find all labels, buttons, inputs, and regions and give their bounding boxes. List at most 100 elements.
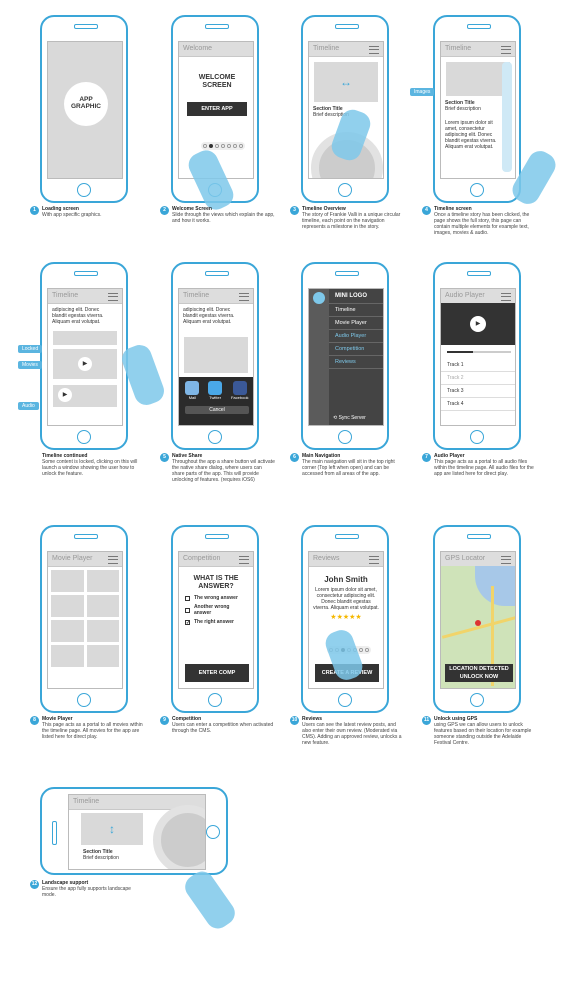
enter-app-button[interactable]: ENTER APP [187,102,247,116]
caption-desc: This page acts as a portal to all audio … [434,459,534,477]
caption-desc: Throughout the app a share button wil ac… [172,459,275,483]
section-desc: Brief description [445,106,481,112]
timeline-continued-screen: Timeline adipiscing elit. Donec blandit … [47,288,123,426]
hand-gesture [180,866,240,934]
menu-icon[interactable] [369,556,379,564]
track-item[interactable]: Track 3 [441,385,515,398]
caption-2: 2 Welcome Screen Slide through the views… [160,206,275,224]
unlock-banner[interactable]: LOCATION DETECTED UNLOCK NOW [445,664,513,682]
movie-thumb[interactable] [86,645,119,667]
movie-thumb[interactable] [86,595,119,617]
movie-thumb[interactable] [51,645,84,667]
caption-10: 10 Reviews Users can see the latest revi… [290,716,405,746]
bar-title: Reviews [313,555,340,562]
home-button [208,693,222,707]
twitter-share-icon[interactable]: Twitter [208,381,223,400]
bar-title: Audio Player [445,292,485,299]
step-number: 8 [30,716,39,725]
movie-thumb[interactable] [86,570,119,592]
play-icon[interactable]: ▶ [78,357,92,371]
menu-icon[interactable] [501,556,511,564]
checkbox[interactable] [185,595,190,601]
answer-option[interactable]: ✓ The right answer [185,619,247,625]
share-label: Twitter [209,395,222,400]
cancel-button[interactable]: Cancel [185,406,249,414]
home-button [338,183,352,197]
speaker [52,821,57,845]
map-pin-icon [475,620,481,626]
track-item[interactable]: Track 2 [441,372,515,385]
body-text: adipiscing elit. Donec blandit egestas v… [183,307,235,325]
audio-play-icon[interactable]: ▶ [58,388,72,402]
home-button [470,183,484,197]
native-share-screen: Timeline adipiscing elit. Donec blandit … [178,288,254,426]
image-placeholder: ↕ [81,813,143,845]
phone-competition: Competition WHAT IS THE ANSWER? The wron… [171,525,259,713]
step-number: 1 [30,206,39,215]
caption-1: 1 Loading screen With app specific graph… [30,206,145,218]
caption-5: 5 Native Share Throughout the app a shar… [160,453,275,483]
movie-thumb[interactable] [51,570,84,592]
menu-icon[interactable] [313,292,325,304]
menu-icon[interactable] [369,46,379,54]
phone-main-navigation: MINI LOGO Timeline Movie Player Audio Pl… [301,262,389,450]
caption-5a: Timeline continued Some content is locke… [30,453,145,477]
review-body: Lorem ipsum dolor sit amet, consectetur … [313,587,379,611]
movie-thumb[interactable] [86,620,119,642]
caption-4: 4 Timeline screen Once a timeline story … [422,206,537,236]
phone-timeline-continued: Timeline adipiscing elit. Donec blandit … [40,262,128,450]
step-number: 10 [290,716,299,725]
menu-icon[interactable] [239,556,249,564]
caption-6: 6 Main Navigation The main navigation wi… [290,453,405,477]
caption-3: 3 Timeline Overview The story of Frankie… [290,206,405,230]
main-navigation-screen: MINI LOGO Timeline Movie Player Audio Pl… [308,288,384,426]
top-bar: Welcome [179,42,253,57]
caption-desc: Users can enter a competition when activ… [172,722,274,734]
home-button [338,430,352,444]
menu-icon[interactable] [501,293,511,301]
movie-item[interactable] [184,337,248,373]
top-bar: Movie Player [48,552,122,567]
step-number: 5 [160,453,169,462]
locked-item[interactable] [53,331,117,345]
circular-timeline[interactable] [153,805,205,869]
movie-thumb[interactable] [51,620,84,642]
menu-icon[interactable] [108,293,118,301]
movie-thumb[interactable] [51,595,84,617]
phone-movie-player: Movie Player [40,525,128,713]
caption-desc: Users can see the latest review posts, a… [302,722,402,746]
scroll-indicator[interactable] [502,62,512,172]
sync-server-button[interactable]: ⟲ Sync Server [333,415,366,421]
enter-comp-button[interactable]: ENTER COMP [185,664,249,682]
answer-option[interactable]: Another wrong answer [185,604,247,616]
facebook-share-icon[interactable]: Facebook [231,381,249,400]
track-item[interactable]: Track 1 [441,359,515,372]
track-item[interactable]: Track 4 [441,398,515,411]
page-dots[interactable] [201,142,245,150]
progress-bar[interactable] [447,351,511,353]
play-icon[interactable]: ▶ [470,316,486,332]
checkbox[interactable] [185,607,190,613]
menu-icon[interactable] [108,556,118,564]
top-bar: Reviews [309,552,383,567]
menu-icon[interactable] [501,46,511,54]
top-bar: Competition [179,552,253,567]
answer-option[interactable]: The wrong answer [185,595,247,601]
menu-icon[interactable] [239,293,249,301]
step-number: 3 [290,206,299,215]
step-number: 6 [290,453,299,462]
checkbox-checked[interactable]: ✓ [185,619,190,625]
bar-title: Timeline [445,45,472,52]
mail-share-icon[interactable]: Mail [185,381,200,400]
caption-8: 8 Movie Player This page acts as a porta… [30,716,145,740]
bar-title: GPS Locator [445,555,486,562]
home-button [77,430,91,444]
landscape-screen: Timeline ↕ Section Title Brief descripti… [68,794,206,870]
phone-landscape: Timeline ↕ Section Title Brief descripti… [40,787,228,875]
caption-12: 12 Landscape support Ensure the app full… [30,880,145,898]
top-bar: GPS Locator [441,552,515,567]
phone-reviews: Reviews John Smith Lorem ipsum dolor sit… [301,525,389,713]
bar-title: Timeline [73,798,100,805]
caption-11: 11 Unlock using GPS using GPS we can all… [422,716,537,746]
audio-tag: Audio [18,402,39,410]
